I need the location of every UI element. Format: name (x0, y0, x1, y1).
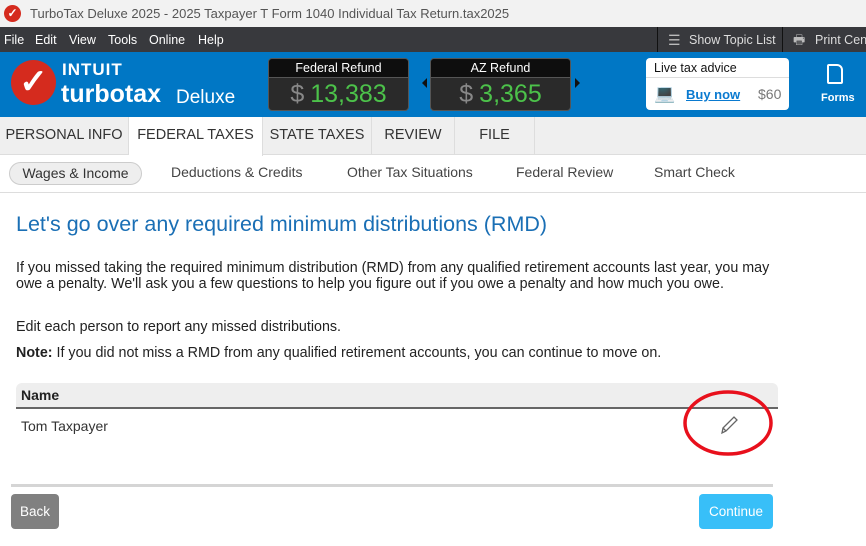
note-text: If you did not miss a RMD from any quali… (52, 345, 662, 361)
divider (657, 27, 658, 52)
subnav-federal-review[interactable]: Federal Review (516, 164, 613, 180)
subnav-smart-check[interactable]: Smart Check (654, 164, 735, 180)
state-refund-label: AZ Refund (431, 59, 570, 78)
currency-symbol: $ (290, 80, 305, 108)
printer-icon: 🖶 (793, 32, 806, 47)
title-bar: ✓ TurboTax Deluxe 2025 - 2025 Taxpayer T… (0, 0, 866, 27)
live-tax-advice-title: Live tax advice (646, 58, 789, 78)
edition-label: Deluxe (176, 87, 236, 108)
footer-divider (11, 484, 773, 487)
menu-bar: File Edit View Tools Online Help ☰ Show … (0, 27, 866, 52)
menu-file[interactable]: File (4, 33, 24, 47)
window-title: TurboTax Deluxe 2025 - 2025 Taxpayer T F… (30, 6, 510, 21)
intro-paragraph: If you missed taking the required minimu… (16, 260, 770, 292)
note-label: Note: (16, 345, 53, 361)
prev-refund-arrow-icon[interactable] (422, 78, 427, 88)
tab-review[interactable]: REVIEW (372, 117, 455, 155)
sub-navigation: Wages & Income Deductions & Credits Othe… (0, 155, 866, 193)
tab-state-taxes[interactable]: STATE TAXES (263, 117, 372, 155)
menu-help[interactable]: Help (198, 33, 224, 47)
federal-refund-label: Federal Refund (269, 59, 408, 78)
red-annotation-circle (683, 390, 773, 456)
print-center-button[interactable]: Print Cent (815, 33, 866, 47)
turbotax-app-icon: ✓ (4, 5, 21, 22)
list-icon: ☰ (668, 32, 681, 48)
tab-personal-info[interactable]: PERSONAL INFO (0, 117, 129, 155)
turbotax-check-logo: ✓ (11, 60, 56, 105)
subnav-deductions-credits[interactable]: Deductions & Credits (171, 164, 303, 180)
app-header: ✓ INTUIT turbotax Deluxe Federal Refund … (0, 52, 866, 117)
federal-refund-amount: 13,383 (310, 80, 387, 108)
back-button[interactable]: Back (11, 494, 59, 529)
currency-symbol: $ (459, 80, 474, 108)
menu-tools[interactable]: Tools (108, 33, 137, 47)
federal-refund-meter[interactable]: Federal Refund $13,383 (268, 58, 409, 111)
next-refund-arrow-icon[interactable] (575, 78, 580, 88)
state-refund-amount: 3,365 (479, 80, 542, 108)
laptop-icon: 💻 (654, 84, 676, 103)
instruction-paragraph: Edit each person to report any missed di… (16, 319, 342, 335)
subnav-other-tax-situations[interactable]: Other Tax Situations (347, 164, 473, 180)
show-topic-list-button[interactable]: Show Topic List (689, 33, 776, 47)
page-title: Let's go over any required minimum distr… (16, 212, 548, 236)
advice-price: $60 (758, 86, 782, 102)
divider (782, 27, 783, 52)
continue-button[interactable]: Continue (699, 494, 773, 529)
tab-file[interactable]: FILE (455, 117, 535, 155)
intuit-logo-text: INTUIT (62, 60, 123, 79)
live-tax-advice-box: Live tax advice 💻 Buy now $60 (646, 58, 789, 110)
menu-online[interactable]: Online (149, 33, 185, 47)
note-paragraph: Note: If you did not miss a RMD from any… (16, 345, 786, 361)
tab-federal-taxes[interactable]: FEDERAL TAXES (129, 117, 263, 156)
menu-view[interactable]: View (69, 33, 96, 47)
forms-button[interactable]: Forms (821, 92, 855, 104)
table-row: Tom Taxpayer (16, 418, 108, 434)
buy-now-link[interactable]: Buy now (686, 87, 740, 102)
turbotax-logo-text: turbotax (61, 80, 161, 108)
table-header-name: Name (16, 383, 778, 409)
forms-icon[interactable] (827, 64, 843, 84)
main-tabs: PERSONAL INFO FEDERAL TAXES STATE TAXES … (0, 117, 866, 156)
menu-edit[interactable]: Edit (35, 33, 57, 47)
state-refund-meter[interactable]: AZ Refund $3,365 (430, 58, 571, 111)
person-name: Tom Taxpayer (21, 418, 108, 434)
subnav-wages-income[interactable]: Wages & Income (9, 162, 142, 185)
